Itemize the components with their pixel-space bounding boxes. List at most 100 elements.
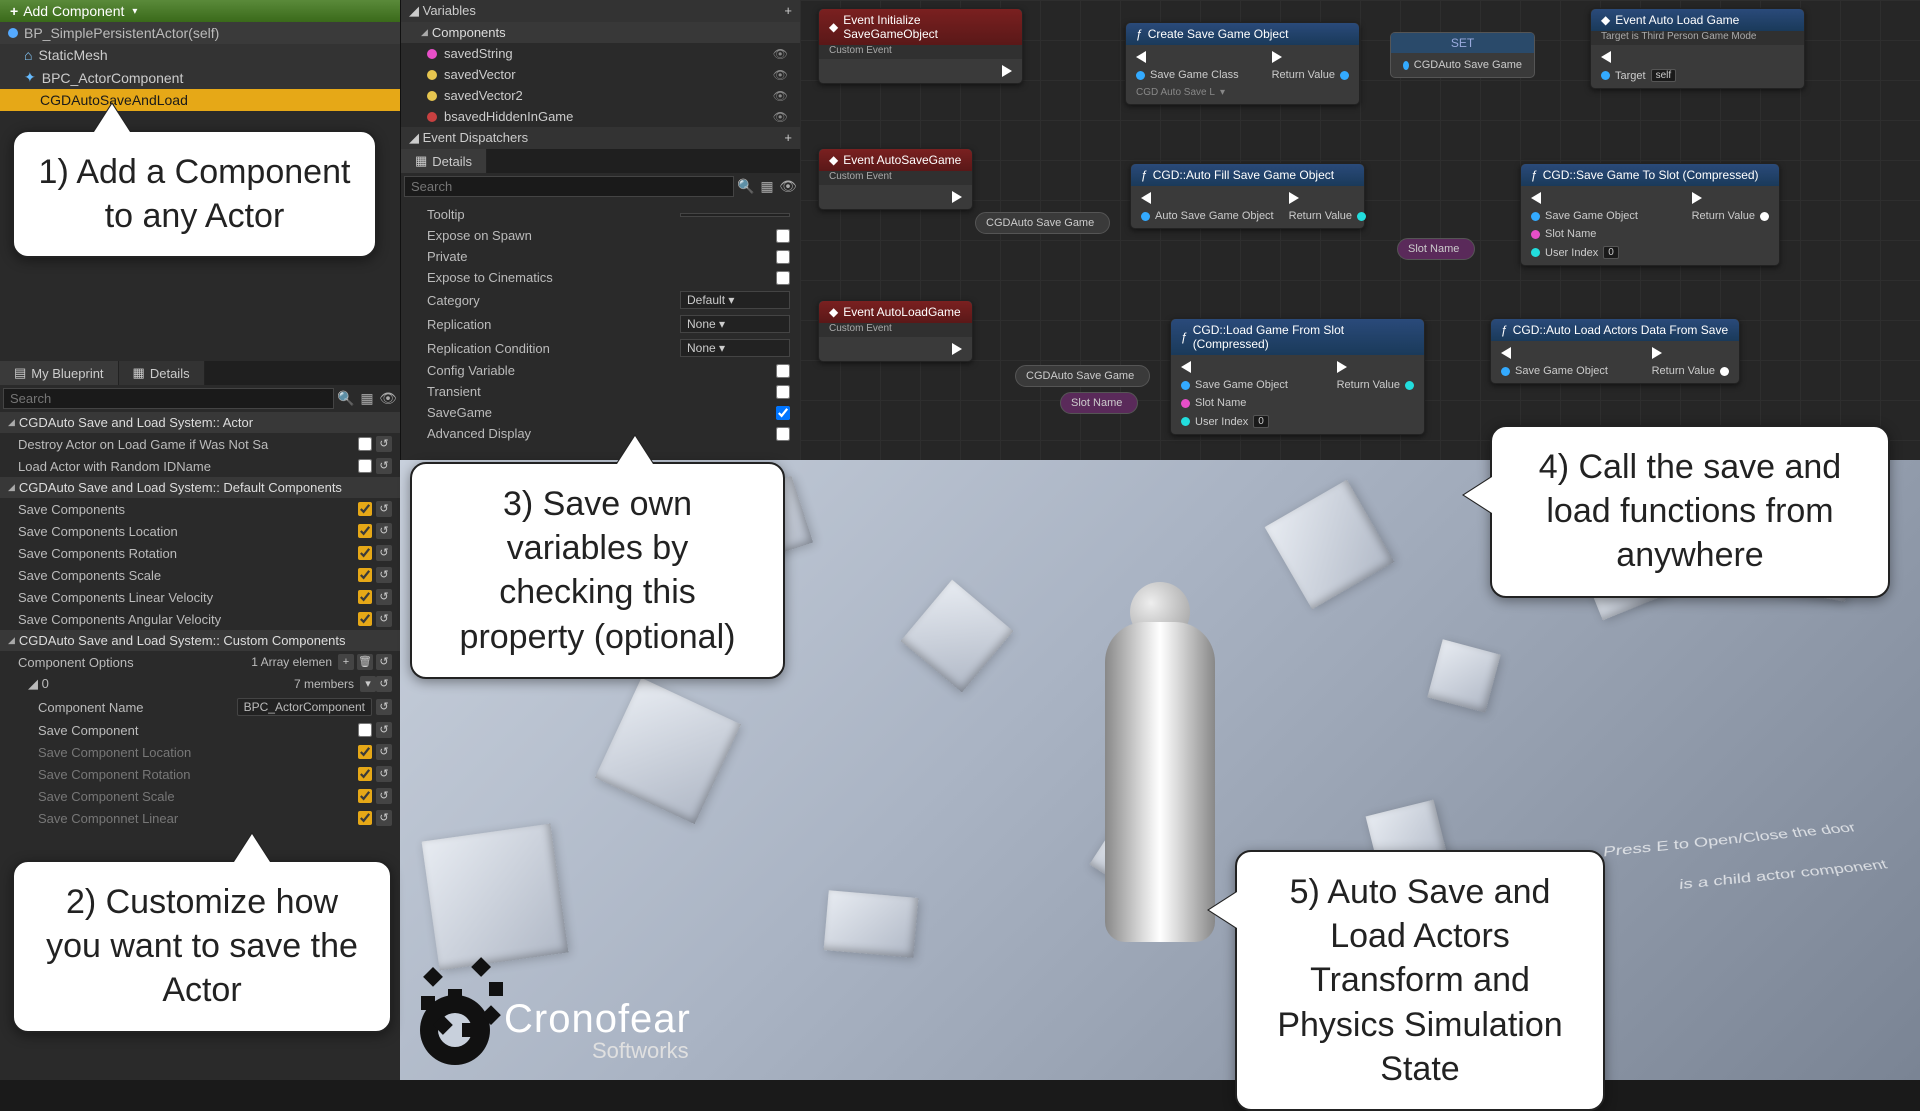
prop-checkbox[interactable] xyxy=(358,745,372,759)
blueprint-graph[interactable]: ◆Event Initialize SaveGameObject Custom … xyxy=(800,0,1920,460)
array-clear-icon[interactable]: 🗑 xyxy=(357,654,373,670)
exec-in-pin[interactable] xyxy=(1141,192,1151,204)
detail-dropdown[interactable]: Default ▾ xyxy=(680,291,790,309)
return-pin[interactable] xyxy=(1720,367,1729,376)
reset-icon[interactable]: ↺ xyxy=(376,545,392,561)
reset-icon[interactable]: ↺ xyxy=(376,676,392,692)
detail-checkbox[interactable] xyxy=(776,406,790,420)
prop-checkbox[interactable] xyxy=(358,524,372,538)
reset-icon[interactable]: ↺ xyxy=(376,699,392,715)
search-icon[interactable]: 🔍 xyxy=(737,178,755,196)
details-tab[interactable]: ▦Details xyxy=(401,149,487,173)
pill-slot-name-2[interactable]: Slot Name xyxy=(1060,392,1138,414)
node-save-to-slot[interactable]: ƒCGD::Save Game To Slot (Compressed) Sav… xyxy=(1520,163,1780,266)
detail-checkbox[interactable] xyxy=(776,250,790,264)
prop-checkbox[interactable] xyxy=(358,723,372,737)
exec-in-pin[interactable] xyxy=(1501,347,1511,359)
reset-icon[interactable]: ↺ xyxy=(376,611,392,627)
exec-in-pin[interactable] xyxy=(1181,361,1191,373)
exec-in-pin[interactable] xyxy=(1601,51,1611,63)
exec-out-pin[interactable] xyxy=(1002,65,1012,77)
exec-out-pin[interactable] xyxy=(952,191,962,203)
detail-checkbox[interactable] xyxy=(776,364,790,378)
array-index-row[interactable]: ◢ 0 7 members ▾ ↺ xyxy=(0,673,400,695)
reset-icon[interactable]: ↺ xyxy=(376,810,392,826)
reset-icon[interactable]: ↺ xyxy=(376,589,392,605)
prop-checkbox[interactable] xyxy=(358,568,372,582)
eye-icon[interactable]: 👁 xyxy=(773,68,788,82)
array-reset-icon[interactable]: ↺ xyxy=(376,654,392,670)
search-input[interactable] xyxy=(404,176,734,197)
tab-details[interactable]: ▦Details xyxy=(119,361,205,385)
object-pin[interactable] xyxy=(1531,212,1540,221)
variable-row[interactable]: savedVector2👁 xyxy=(401,85,800,106)
target-pin[interactable] xyxy=(1601,71,1610,80)
chevron-down-icon[interactable]: ▾ xyxy=(360,676,376,692)
filter-icon[interactable]: ▦ xyxy=(358,390,376,408)
reset-icon[interactable]: ↺ xyxy=(376,722,392,738)
node-set[interactable]: SET CGDAuto Save Game xyxy=(1390,32,1535,78)
reset-icon[interactable]: ↺ xyxy=(376,788,392,804)
variables-header[interactable]: ◢ Variables+ xyxy=(401,0,800,22)
eye-icon[interactable]: 👁 xyxy=(773,89,788,103)
exec-in-pin[interactable] xyxy=(1136,51,1146,63)
exec-out-pin[interactable] xyxy=(1289,192,1299,204)
add-component-button[interactable]: Add Component xyxy=(0,0,400,22)
node-create-save-game[interactable]: ƒCreate Save Game Object Save Game Class… xyxy=(1125,22,1360,105)
component-name-value[interactable]: BPC_ActorComponent xyxy=(237,698,372,716)
tree-item[interactable]: ✦BPC_ActorComponent xyxy=(0,66,400,89)
node-load-from-slot[interactable]: ƒCGD::Load Game From Slot (Compressed) S… xyxy=(1170,318,1425,435)
userindex-value[interactable]: 0 xyxy=(1253,415,1269,428)
return-pin[interactable] xyxy=(1405,381,1414,390)
return-pin[interactable] xyxy=(1340,71,1349,80)
detail-text[interactable] xyxy=(680,213,790,217)
node-auto-load-game[interactable]: ◆Event Auto Load Game Target is Third Pe… xyxy=(1590,8,1805,89)
exec-out-pin[interactable] xyxy=(1272,51,1282,63)
class-pin[interactable] xyxy=(1136,71,1145,80)
reset-icon[interactable]: ↺ xyxy=(376,766,392,782)
tab-my-blueprint[interactable]: ▤My Blueprint xyxy=(0,361,119,385)
slot-pin[interactable] xyxy=(1531,230,1540,239)
detail-checkbox[interactable] xyxy=(776,427,790,441)
userindex-pin[interactable] xyxy=(1531,248,1540,257)
details-search-input[interactable] xyxy=(3,388,334,409)
prop-checkbox[interactable] xyxy=(358,459,372,473)
prop-checkbox[interactable] xyxy=(358,437,372,451)
category-defaults[interactable]: CGDAuto Save and Load System:: Default C… xyxy=(0,477,400,498)
node-event-autoload[interactable]: ◆Event AutoLoadGame Custom Event xyxy=(818,300,973,362)
prop-checkbox[interactable] xyxy=(358,502,372,516)
prop-checkbox[interactable] xyxy=(358,612,372,626)
tree-root[interactable]: BP_SimplePersistentActor(self) xyxy=(0,22,400,44)
slot-pin[interactable] xyxy=(1181,399,1190,408)
pill-slot-name[interactable]: Slot Name xyxy=(1397,238,1475,260)
detail-checkbox[interactable] xyxy=(776,385,790,399)
array-add-icon[interactable]: + xyxy=(338,654,354,670)
prop-checkbox[interactable] xyxy=(358,811,372,825)
matrix-icon[interactable]: ▦ xyxy=(758,178,776,196)
event-dispatchers-header[interactable]: ◢ Event Dispatchers+ xyxy=(401,127,800,149)
eye-icon[interactable]: 👁 xyxy=(773,110,788,124)
pill-autosave-var-2[interactable]: CGDAuto Save Game xyxy=(1015,365,1150,387)
return-pin[interactable] xyxy=(1760,212,1769,221)
object-pin[interactable] xyxy=(1141,212,1150,221)
reset-icon[interactable]: ↺ xyxy=(376,458,392,474)
variable-row[interactable]: bsavedHiddenInGame👁 xyxy=(401,106,800,127)
prop-checkbox[interactable] xyxy=(358,590,372,604)
exec-out-pin[interactable] xyxy=(1692,192,1702,204)
variable-row[interactable]: savedString👁 xyxy=(401,43,800,64)
reset-icon[interactable]: ↺ xyxy=(376,501,392,517)
detail-checkbox[interactable] xyxy=(776,229,790,243)
node-auto-fill[interactable]: ƒCGD::Auto Fill Save Game Object Auto Sa… xyxy=(1130,163,1365,229)
node-event-initialize[interactable]: ◆Event Initialize SaveGameObject Custom … xyxy=(818,8,1023,84)
prop-checkbox[interactable] xyxy=(358,546,372,560)
search-icon[interactable]: 🔍 xyxy=(337,390,355,408)
eye-icon[interactable]: 👁 xyxy=(779,178,797,196)
add-icon[interactable]: + xyxy=(784,3,792,19)
add-icon[interactable]: + xyxy=(784,130,792,146)
reset-icon[interactable]: ↺ xyxy=(376,436,392,452)
category-custom[interactable]: CGDAuto Save and Load System:: Custom Co… xyxy=(0,630,400,651)
tree-item-selected[interactable]: CGDAutoSaveAndLoad xyxy=(0,89,400,111)
prop-checkbox[interactable] xyxy=(358,767,372,781)
userindex-value[interactable]: 0 xyxy=(1603,246,1619,259)
variable-row[interactable]: savedVector👁 xyxy=(401,64,800,85)
